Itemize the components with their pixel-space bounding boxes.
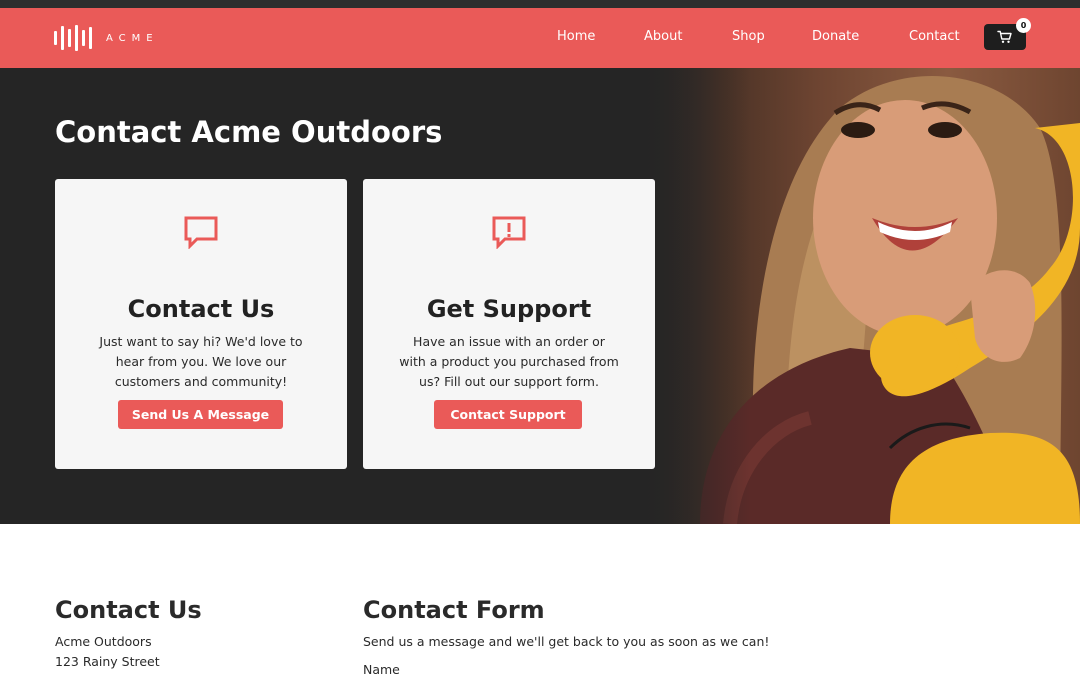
get-support-card-title: Get Support xyxy=(426,295,592,323)
name-field-label: Name xyxy=(363,662,400,675)
cart-icon xyxy=(997,30,1012,43)
chat-bubble-icon xyxy=(184,216,218,249)
woman-on-phone-illustration xyxy=(640,68,1080,524)
address-line-street: 123 Rainy Street xyxy=(55,654,160,669)
nav-home[interactable]: Home xyxy=(557,29,595,44)
address-line-company: Acme Outdoors xyxy=(55,634,152,649)
page-title: Contact Acme Outdoors xyxy=(55,115,443,149)
send-message-button[interactable]: Send Us A Message xyxy=(118,400,283,429)
hero-section: Contact Acme Outdoors Contact Us Just wa… xyxy=(0,68,1080,524)
logo-text: ACME xyxy=(106,32,159,44)
nav-about[interactable]: About xyxy=(644,29,682,44)
get-support-card: Get Support Have an issue with an order … xyxy=(363,179,655,469)
contact-form-title: Contact Form xyxy=(363,596,545,624)
logo[interactable]: ACME xyxy=(54,25,159,51)
contact-info-title: Contact Us xyxy=(55,596,202,624)
nav-shop[interactable]: Shop xyxy=(732,29,765,44)
get-support-card-description: Have an issue with an order or with a pr… xyxy=(399,334,619,389)
cart-count-badge: 0 xyxy=(1016,18,1031,33)
contact-us-card-title: Contact Us xyxy=(127,295,275,323)
contact-us-card-description: Just want to say hi? We'd love to hear f… xyxy=(99,334,303,389)
nav-donate[interactable]: Donate xyxy=(812,29,859,44)
top-strip xyxy=(0,0,1080,8)
cart-button[interactable]: 0 xyxy=(984,18,1031,50)
alert-bubble-icon xyxy=(492,216,526,249)
contact-us-card: Contact Us Just want to say hi? We'd lov… xyxy=(55,179,347,469)
logo-bars-icon xyxy=(54,25,92,51)
contact-support-button[interactable]: Contact Support xyxy=(434,400,582,429)
navbar: ACME Home About Shop Donate Contact 0 xyxy=(0,8,1080,68)
contact-form-subtitle: Send us a message and we'll get back to … xyxy=(363,634,770,649)
nav-contact[interactable]: Contact xyxy=(909,29,960,44)
hero-photo xyxy=(640,68,1080,524)
